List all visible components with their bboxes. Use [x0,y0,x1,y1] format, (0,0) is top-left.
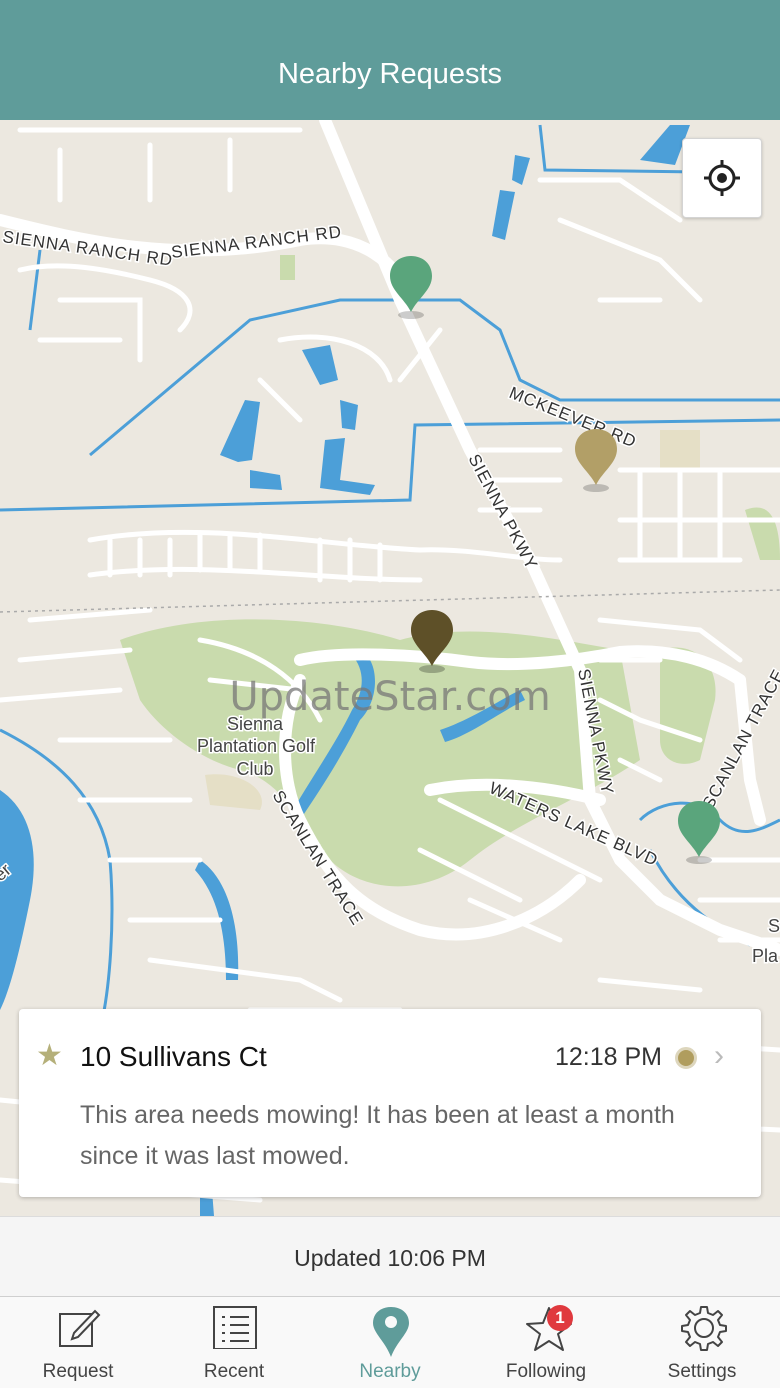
star-icon[interactable]: ★ [36,1041,63,1071]
tab-label: Recent [203,1361,265,1382]
road-label: MCKEEVER RD [507,383,640,451]
place-label: Plantation Golf [197,736,316,756]
locate-me-button[interactable] [682,138,762,218]
map-pin-tan[interactable] [575,429,617,492]
request-time: 12:18 PM [554,1043,662,1071]
nav-header: Nearby Requests [0,0,780,120]
request-address: 10 Sullivans Ct [80,1041,267,1072]
edge-label: Pla [752,946,779,966]
road-label: SIENNA RANCH RD [170,222,343,262]
tab-nearby[interactable]: Nearby [312,1297,468,1388]
page-title: Nearby Requests [277,58,503,90]
tab-label: Settings [667,1361,737,1382]
pencil-square-icon [59,1309,101,1347]
crosshair-icon [704,160,740,196]
tab-request[interactable]: Request [0,1297,156,1388]
tab-settings[interactable]: Settings [624,1297,780,1388]
edge-label: S [768,916,780,936]
watermark-text: UpdateStar.com [229,674,550,720]
status-dot-icon [675,1047,697,1069]
tab-recent[interactable]: Recent [156,1297,312,1388]
chevron-right-icon[interactable]: › [714,1039,724,1073]
map-pin-green[interactable] [390,256,432,319]
request-card[interactable]: ★ 10 Sullivans Ct 12:18 PM › This area n… [19,1009,761,1197]
boundary-line [0,589,780,613]
tab-label: Request [42,1361,114,1382]
map-pin-green[interactable] [678,801,720,864]
request-description: This area needs mowing! It has been at l… [80,1101,675,1170]
gear-icon [681,1306,727,1351]
tab-label: Following [505,1361,587,1382]
map-pin-icon [373,1307,409,1357]
tab-label: Nearby [359,1361,421,1382]
notification-badge: 1 [547,1305,573,1331]
road-label: SIENNA RANCH RD [1,227,174,270]
place-label: Club [236,759,273,779]
update-status-bar: Updated 10:06 PM [0,1216,780,1297]
updated-timestamp: Updated 10:06 PM [294,1245,486,1271]
tab-bar: Request Recent Nearby 1 Following Settin… [0,1296,780,1388]
tab-following[interactable]: 1 Following [468,1297,624,1388]
list-icon [213,1306,257,1349]
